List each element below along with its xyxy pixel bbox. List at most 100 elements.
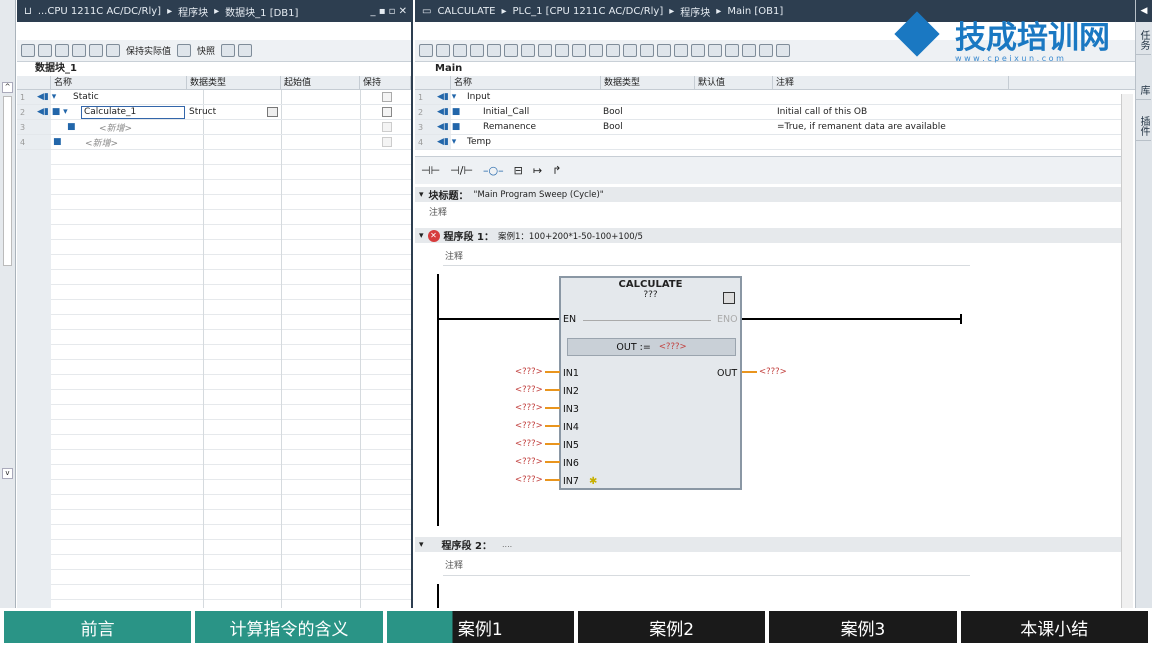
- close-branch-icon[interactable]: ↱: [552, 164, 561, 177]
- copy-snapshot-icon[interactable]: [221, 44, 236, 57]
- toolbar-icon[interactable]: [538, 44, 552, 57]
- left-scroll-up[interactable]: ^: [2, 82, 13, 93]
- keep-actual-button[interactable]: 保持实际值: [126, 44, 171, 57]
- tab-library[interactable]: 库: [1136, 81, 1151, 100]
- coil-icon[interactable]: –○–: [483, 164, 504, 177]
- toolbar-icon[interactable]: [674, 44, 688, 57]
- breadcrumb-program-blocks[interactable]: 程序块: [175, 4, 211, 19]
- nav-case2[interactable]: 案例2: [577, 611, 766, 643]
- col-name[interactable]: 名称: [51, 76, 187, 89]
- left-scroll-down[interactable]: v: [2, 468, 13, 479]
- interface-vscrollbar[interactable]: [1121, 94, 1133, 150]
- paste-snapshot-icon[interactable]: [238, 44, 253, 57]
- col-default[interactable]: 默认值: [695, 76, 773, 89]
- toolbar-icon[interactable]: [453, 44, 467, 57]
- empty-box-icon[interactable]: ⊟: [514, 164, 523, 177]
- toolbar-icon[interactable]: [470, 44, 484, 57]
- table-row[interactable]: 1 ◀▮ ▾ Static: [17, 90, 411, 105]
- breadcrumb-blocks[interactable]: 程序块: [677, 4, 713, 19]
- toolbar-icon[interactable]: [776, 44, 790, 57]
- calculator-icon[interactable]: [723, 292, 735, 304]
- collapse-icon[interactable]: [72, 44, 86, 57]
- in7-operand[interactable]: <???>: [515, 475, 560, 485]
- snapshot-button[interactable]: 快照: [197, 44, 215, 57]
- breadcrumb-plc[interactable]: PLC_1 [CPU 1211C AC/DC/Rly]: [509, 6, 666, 17]
- toolbar-icon[interactable]: [521, 44, 535, 57]
- open-branch-icon[interactable]: ↦: [533, 164, 542, 177]
- breadcrumb-db[interactable]: 数据块_1 [DB1]: [222, 4, 301, 19]
- monitor-icon[interactable]: [106, 44, 120, 57]
- in5-operand[interactable]: <???>: [515, 439, 560, 449]
- tab-tasks[interactable]: 任务: [1136, 26, 1151, 55]
- window-controls[interactable]: _ ▪ ▫ ✕: [371, 6, 411, 17]
- table-row[interactable]: 4 ◀▮ ▾ Temp: [415, 135, 1123, 150]
- in1-operand[interactable]: <???>: [515, 367, 560, 377]
- toolbar-icon[interactable]: [759, 44, 773, 57]
- nav-summary[interactable]: 本课小结: [960, 611, 1148, 643]
- collapse-sidebar-icon[interactable]: ◀: [1136, 0, 1152, 22]
- toolbar-icon[interactable]: [691, 44, 705, 57]
- formula-field[interactable]: OUT := <???>: [567, 338, 736, 356]
- nav-meaning[interactable]: 计算指令的含义: [195, 611, 383, 643]
- table-row[interactable]: 3 ◀▮ ■ Remanence Bool =True, if remanent d…: [415, 120, 1123, 135]
- toolbar-icon[interactable]: [606, 44, 620, 57]
- retain-checkbox[interactable]: [382, 137, 392, 147]
- toolbar-icon[interactable]: [623, 44, 637, 57]
- pin-icon[interactable]: ⊔: [21, 6, 35, 17]
- col-name[interactable]: 名称: [451, 76, 601, 89]
- collapse-arrow-icon[interactable]: ▾: [419, 231, 424, 241]
- toolbar-icon[interactable]: [555, 44, 569, 57]
- col-retain[interactable]: 保持: [360, 76, 411, 89]
- name-edit-field[interactable]: Calculate_1: [81, 105, 185, 119]
- in4-operand[interactable]: <???>: [515, 421, 560, 431]
- toolbar-icon[interactable]: [504, 44, 518, 57]
- out-operand[interactable]: <???>: [742, 367, 787, 377]
- table-row[interactable]: 2 ◀▮ ■ Initial_Call Bool Initial call of t…: [415, 105, 1123, 120]
- box-type-placeholder[interactable]: ???: [561, 290, 740, 300]
- block-comment[interactable]: 注释: [429, 205, 447, 218]
- in3-operand[interactable]: <???>: [515, 403, 560, 413]
- toolbar-icon[interactable]: [419, 44, 433, 57]
- retain-checkbox[interactable]: [382, 122, 392, 132]
- table-row[interactable]: 3 ■ <新增>: [17, 120, 411, 135]
- toolbar-icon[interactable]: [742, 44, 756, 57]
- col-comment[interactable]: 注释: [773, 76, 1009, 89]
- col-type[interactable]: 数据类型: [601, 76, 695, 89]
- in2-operand[interactable]: <???>: [515, 385, 560, 395]
- collapse-arrow-icon[interactable]: ▾: [419, 190, 424, 200]
- network-2-header[interactable]: ▾ 程序段 2： ....: [415, 537, 1121, 552]
- table-row[interactable]: 1 ◀▮ ▾ Input: [415, 90, 1123, 105]
- toolbar-icon[interactable]: [657, 44, 671, 57]
- block-heading-bar[interactable]: ▾ 块标题： "Main Program Sweep (Cycle)": [415, 187, 1121, 202]
- breadcrumb-ob[interactable]: Main [OB1]: [724, 6, 786, 17]
- add-input-icon[interactable]: ✱: [589, 476, 597, 487]
- no-contact-icon[interactable]: ⊣⊢: [421, 164, 440, 177]
- collapse-arrow-icon[interactable]: ▾: [419, 540, 424, 550]
- nav-preface[interactable]: 前言: [4, 611, 192, 643]
- retain-checkbox[interactable]: [382, 92, 392, 102]
- left-scrollbar-thumb[interactable]: [3, 96, 12, 266]
- editor-vscrollbar[interactable]: [1121, 150, 1133, 608]
- nc-contact-icon[interactable]: ⊣/⊢: [450, 164, 473, 177]
- insert-row-icon[interactable]: [21, 44, 35, 57]
- toolbar-icon[interactable]: [589, 44, 603, 57]
- toolbar-icon[interactable]: [708, 44, 722, 57]
- list-icon[interactable]: [89, 44, 103, 57]
- tab-addins[interactable]: 插件: [1136, 112, 1151, 141]
- expand-icon[interactable]: [55, 44, 69, 57]
- table-row[interactable]: 2 ◀▮ ■ ▾ Calculate_1 Struct: [17, 105, 411, 120]
- network-2-comment[interactable]: 注释: [445, 558, 463, 571]
- col-type[interactable]: 数据类型: [187, 76, 281, 89]
- db-icon[interactable]: [177, 44, 192, 57]
- add-row-icon[interactable]: [38, 44, 52, 57]
- nav-case1[interactable]: 案例1: [386, 611, 574, 643]
- table-row[interactable]: 4 ■ <新增>: [17, 135, 411, 150]
- nav-case3[interactable]: 案例3: [769, 611, 957, 643]
- toolbar-icon[interactable]: [487, 44, 501, 57]
- toolbar-icon[interactable]: [640, 44, 654, 57]
- col-start[interactable]: 起始值: [281, 76, 360, 89]
- breadcrumb-device[interactable]: ...CPU 1211C AC/DC/Rly]: [35, 6, 164, 17]
- network-1-comment[interactable]: 注释: [445, 249, 463, 262]
- retain-checkbox[interactable]: [382, 107, 392, 117]
- breadcrumb-project[interactable]: CALCULATE: [434, 6, 498, 17]
